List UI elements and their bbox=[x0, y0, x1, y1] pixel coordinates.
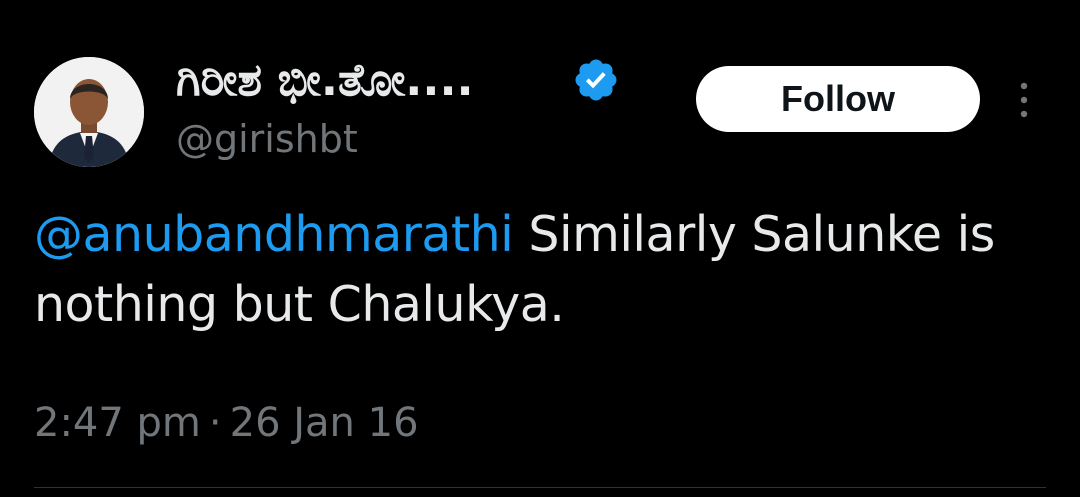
divider bbox=[34, 487, 1046, 488]
tweet-text: @anubandhmarathi Similarly Salunke is no… bbox=[34, 200, 1044, 340]
tweet-meta: 2:47 pm · 26 Jan 16 bbox=[34, 398, 419, 448]
tweet-card: ಗಿರೀಶ ಭೀ.ತೋ.... @girishbt Follow @anuban… bbox=[0, 0, 1080, 497]
verified-badge-icon bbox=[575, 59, 617, 101]
tweet-date[interactable]: 26 Jan 16 bbox=[230, 400, 419, 446]
profile-photo bbox=[34, 57, 144, 167]
more-vertical-icon[interactable] bbox=[1012, 80, 1036, 120]
author-handle[interactable]: @girishbt bbox=[176, 115, 358, 163]
meta-separator: · bbox=[208, 400, 222, 446]
author-avatar[interactable] bbox=[34, 57, 144, 167]
follow-button[interactable]: Follow bbox=[696, 66, 980, 132]
mention-link[interactable]: @anubandhmarathi bbox=[34, 206, 514, 263]
tweet-time[interactable]: 2:47 pm bbox=[34, 400, 201, 446]
author-display-name[interactable]: ಗಿರೀಶ ಭೀ.ತೋ.... bbox=[176, 52, 474, 108]
